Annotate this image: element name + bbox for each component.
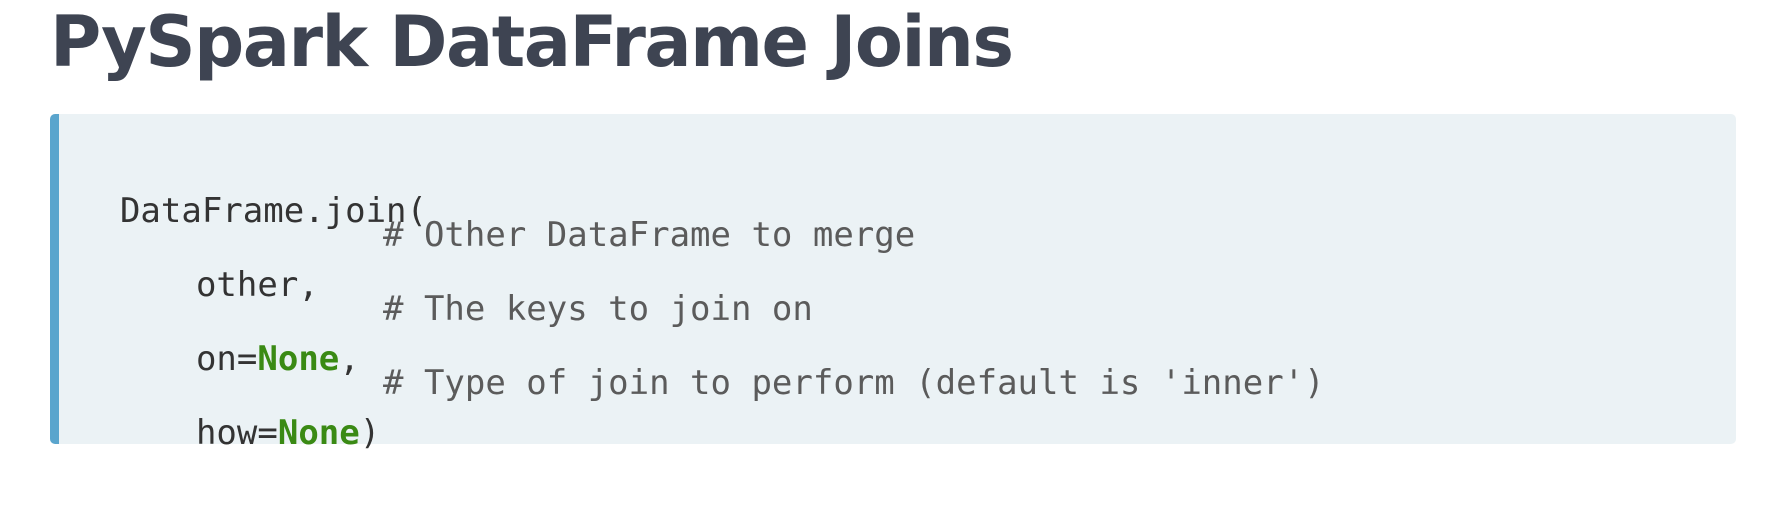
code-line-signature: DataFrame.join( <box>79 136 427 231</box>
code-line-how: how=None) # Type of join to perform (def… <box>155 358 1325 453</box>
code-text: ) <box>359 413 381 453</box>
code-comment: # The keys to join on <box>383 289 813 329</box>
code-line-other: other, # Other DataFrame to merge <box>155 210 915 305</box>
code-comment: # Type of join to perform (default is 'i… <box>383 363 1325 403</box>
code-keyword: None <box>277 413 360 453</box>
code-line-on: on=None, # The keys to join on <box>155 284 813 379</box>
code-text: how= <box>195 413 278 453</box>
page-title: PySpark DataFrame Joins <box>50 1 1014 83</box>
code-comment: # Other DataFrame to merge <box>383 215 916 255</box>
